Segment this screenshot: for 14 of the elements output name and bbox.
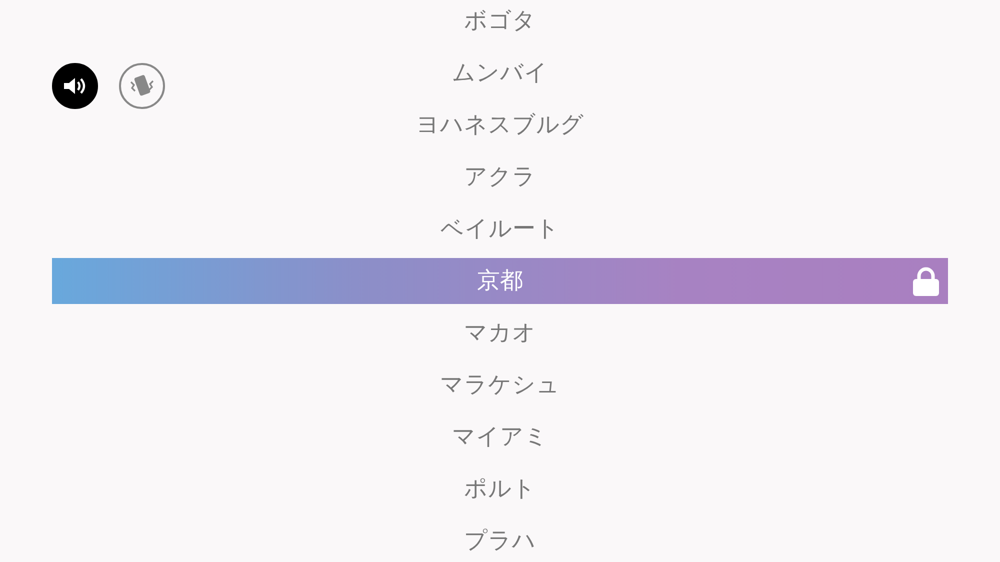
city-item[interactable]: ポルト [52,466,948,512]
speaker-icon [62,75,88,97]
city-item[interactable]: 京都 [52,258,948,304]
sound-toggle[interactable] [52,63,98,109]
city-item[interactable]: マカオ [52,310,948,356]
city-item[interactable]: マラケシュ [52,362,948,408]
city-item[interactable]: ボゴタ [52,0,948,44]
city-item[interactable]: マイアミ [52,414,948,460]
city-item[interactable]: アクラ [52,154,948,200]
city-item[interactable]: ヨハネスブルグ [52,102,948,148]
city-item[interactable]: ムンバイ [52,50,948,96]
city-item[interactable]: プラハ [52,518,948,562]
city-item[interactable]: ベイルート [52,206,948,252]
vibrate-toggle[interactable] [119,63,165,109]
